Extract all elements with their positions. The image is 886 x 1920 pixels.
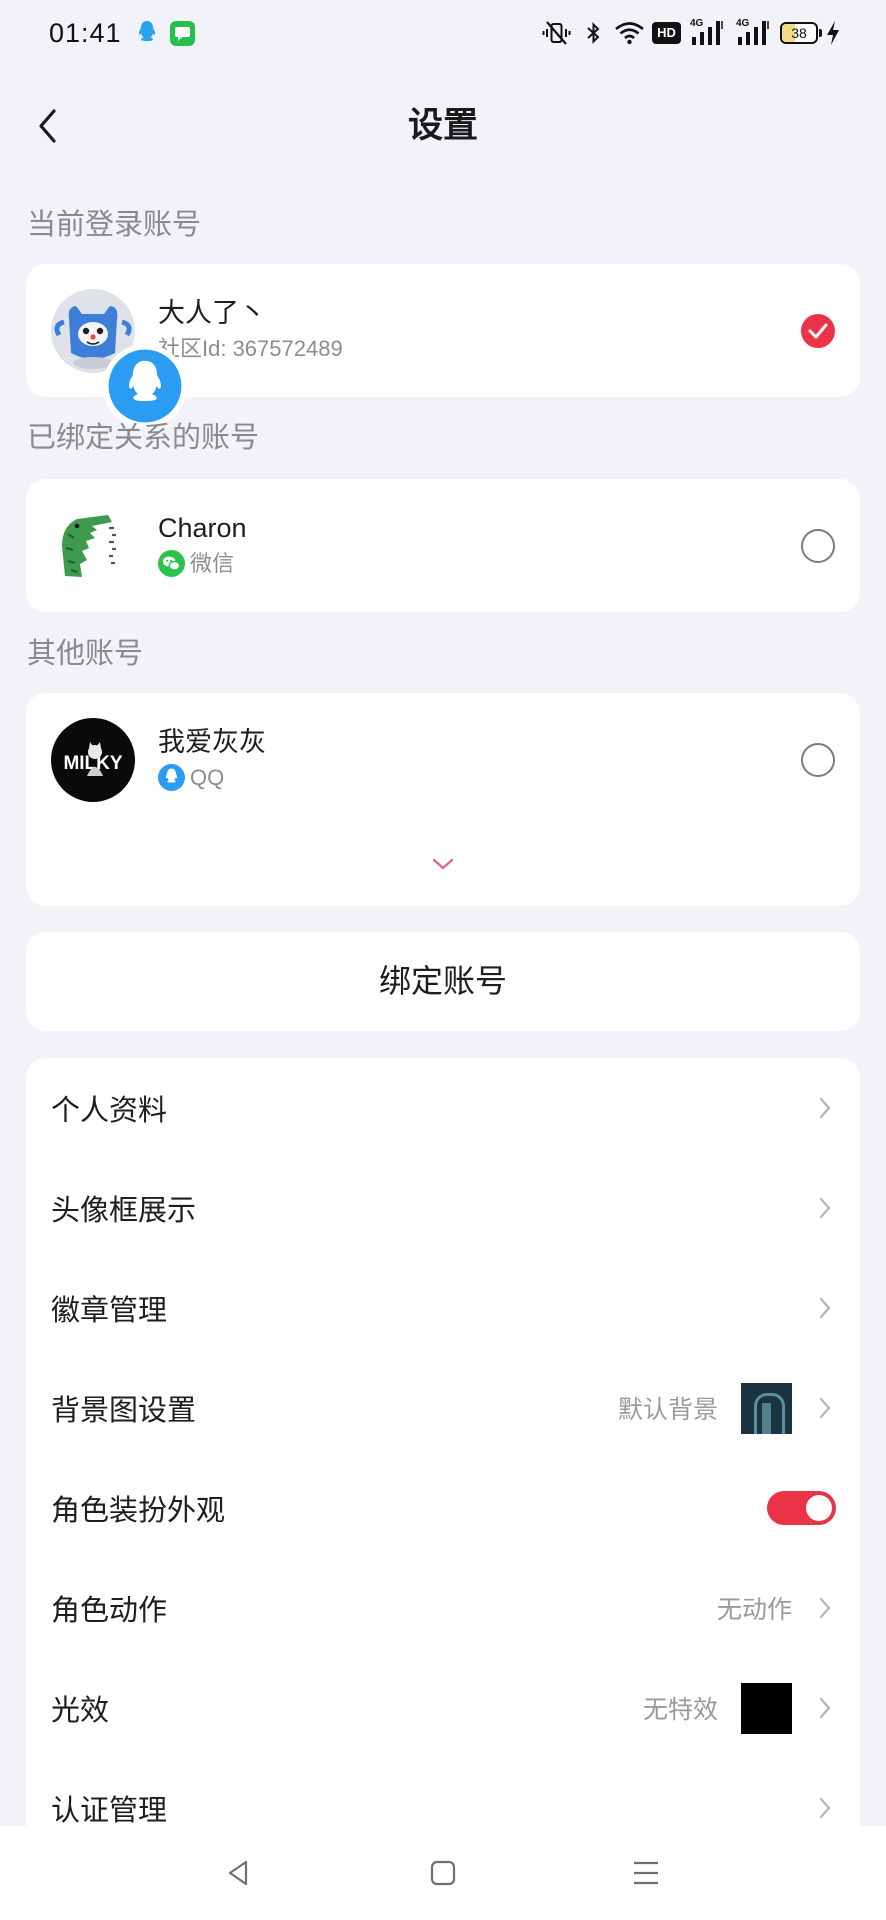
section-label-current-account: 当前登录账号 [27, 209, 202, 241]
settings-item-label: 光效 [51, 1695, 110, 1727]
settings-item-label: 角色动作 [51, 1595, 168, 1627]
chevron-right-icon [819, 1397, 831, 1419]
vibrate-mute-icon [541, 20, 572, 46]
account-row-current[interactable]: 大人了丶 社区Id: 367572489 [26, 264, 860, 428]
effect-thumbnail [741, 1682, 792, 1734]
settings-item-background[interactable]: 背景图设置 默认背景 [26, 1358, 860, 1458]
current-account-card: 大人了丶 社区Id: 367572489 [26, 264, 860, 428]
selected-check-icon[interactable] [801, 313, 835, 348]
page-title: 设置 [407, 106, 478, 145]
account-info: 我爱灰灰 QQ [158, 724, 266, 796]
qq-icon [158, 764, 185, 791]
section-label-bound-account: 已绑定关系的账号 [27, 422, 260, 454]
other-accounts-card: MILKY 我爱灰灰 QQ [26, 693, 860, 906]
settings-item-character-outfit: 角色装扮外观 [26, 1458, 860, 1558]
settings-item-avatar-frame[interactable]: 头像框展示 [26, 1158, 860, 1258]
qq-icon [135, 20, 159, 47]
wifi-icon [614, 21, 645, 45]
toggle-knob [806, 1495, 832, 1521]
wechat-icon [158, 550, 185, 577]
charging-icon [826, 20, 840, 46]
settings-item-badges[interactable]: 徽章管理 [26, 1258, 860, 1358]
back-triangle-icon[interactable] [224, 1859, 254, 1887]
menu-lines-icon[interactable] [631, 1859, 661, 1887]
avatar: MILKY [51, 717, 135, 802]
account-row-bound[interactable]: Charon 微信 [26, 479, 860, 612]
battery-indicator: 38 [780, 22, 818, 44]
account-name: 大人了丶 [158, 297, 266, 328]
qq-icon [103, 343, 187, 428]
avatar [51, 288, 187, 428]
battery-level: 38 [791, 25, 807, 41]
outfit-toggle[interactable] [767, 1491, 836, 1525]
settings-item-value: 无动作 [716, 1596, 792, 1624]
select-radio[interactable] [801, 528, 835, 563]
hd-badge: HD [652, 22, 681, 44]
platform-line: 微信 [158, 546, 247, 582]
home-square-icon[interactable] [428, 1859, 458, 1887]
platform-name: 微信 [190, 550, 235, 576]
message-icon [170, 21, 195, 46]
signal-strength-sim1: 4G [690, 19, 725, 47]
account-info: Charon 微信 [158, 510, 247, 582]
chevron-right-icon [819, 1797, 831, 1819]
bluetooth-icon [585, 20, 602, 46]
settings-item-label: 头像框展示 [51, 1195, 197, 1227]
bind-account-button[interactable]: 绑定账号 [26, 932, 860, 1031]
status-time: 01:41 [49, 18, 122, 48]
settings-item-label: 背景图设置 [51, 1395, 197, 1427]
chevron-right-icon [819, 1297, 831, 1319]
bound-account-card: Charon 微信 [26, 479, 860, 612]
chevron-right-icon [819, 1097, 831, 1119]
platform-line: QQ [158, 760, 266, 796]
settings-item-light-effect[interactable]: 光效 无特效 [26, 1658, 860, 1758]
settings-item-label: 个人资料 [51, 1095, 168, 1127]
settings-item-profile[interactable]: 个人资料 [26, 1058, 860, 1158]
status-bar: 01:41 HD 4G 4G 38 [0, 0, 886, 67]
account-name: Charon [158, 512, 247, 543]
settings-item-label: 徽章管理 [51, 1295, 168, 1327]
background-thumbnail [741, 1382, 792, 1434]
account-name: 我爱灰灰 [158, 726, 266, 757]
signal-strength-sim2: 4G [736, 19, 771, 47]
settings-list: 个人资料 头像框展示 徽章管理 背景图设置 默认背景 角色装扮外观 角色动作 无… [26, 1058, 860, 1920]
chevron-down-icon [432, 858, 454, 870]
chevron-right-icon [819, 1597, 831, 1619]
chevron-right-icon [819, 1697, 831, 1719]
avatar [51, 503, 135, 588]
platform-name: QQ [190, 764, 225, 790]
settings-item-character-action[interactable]: 角色动作 无动作 [26, 1558, 860, 1658]
account-row-other[interactable]: MILKY 我爱灰灰 QQ [26, 693, 860, 826]
settings-item-label: 认证管理 [51, 1795, 168, 1827]
system-nav-bar [0, 1826, 886, 1920]
settings-item-value: 默认背景 [617, 1396, 718, 1424]
settings-item-value: 无特效 [642, 1696, 718, 1724]
chevron-right-icon [819, 1197, 831, 1219]
section-label-other-accounts: 其他账号 [27, 638, 144, 670]
battery-cap [819, 29, 822, 37]
select-radio[interactable] [801, 742, 835, 777]
expand-accounts-button[interactable] [26, 851, 860, 877]
settings-item-label: 角色装扮外观 [51, 1495, 226, 1527]
